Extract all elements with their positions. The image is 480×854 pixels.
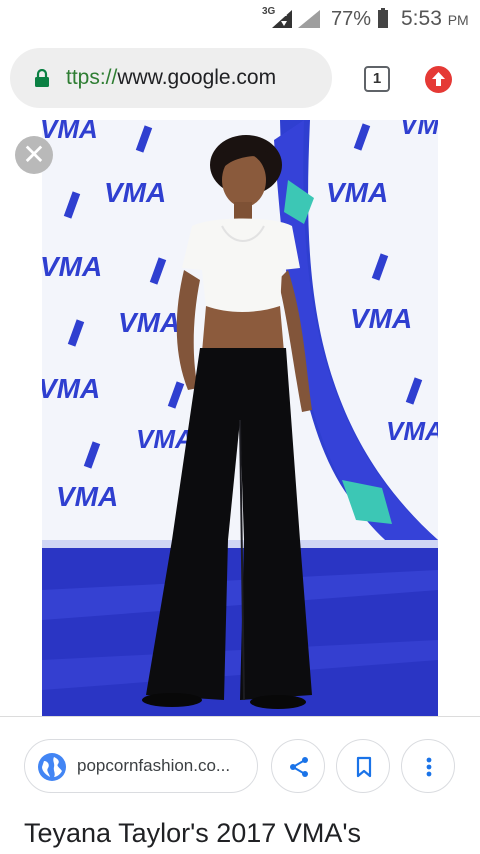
url-host: www.google.com xyxy=(117,66,277,89)
share-button[interactable] xyxy=(271,739,325,793)
bookmark-icon xyxy=(356,756,372,778)
image-title[interactable]: Teyana Taylor's 2017 VMA's xyxy=(24,818,361,849)
backdrop-logo: VMA xyxy=(56,481,118,512)
backdrop-logo: VMA xyxy=(42,120,98,144)
backdrop-logo: VMA xyxy=(104,177,166,208)
divider xyxy=(0,716,480,717)
battery-icon xyxy=(378,8,388,28)
more-options-button[interactable] xyxy=(401,739,455,793)
clock: 5:53 PM xyxy=(401,7,469,31)
arrow-up-icon xyxy=(432,72,445,86)
share-icon xyxy=(290,757,308,777)
status-bar: 3G 77% 5:53 PM xyxy=(0,0,480,38)
close-icon[interactable]: ✕ xyxy=(15,136,53,174)
address-bar[interactable]: ttps://www.google.com xyxy=(10,48,332,108)
clock-ampm: PM xyxy=(447,12,469,28)
source-label: popcornfashion.co... xyxy=(77,756,231,775)
backdrop-logo: VMA xyxy=(386,416,438,446)
backdrop-logo: VMA xyxy=(42,373,100,404)
clock-time: 5:53 xyxy=(401,7,442,30)
backdrop-logo: VMA xyxy=(350,303,412,334)
backdrop-logo: VMA xyxy=(42,251,102,282)
backdrop-logo: VMA xyxy=(118,307,180,338)
result-photo[interactable]: VMA VMA VMA VMA VMA VMA VMA VMA VMA VMA … xyxy=(42,120,438,716)
save-button[interactable] xyxy=(336,739,390,793)
backdrop-logo: VMA xyxy=(400,120,438,140)
url-scheme: ttps:// xyxy=(66,66,118,89)
battery-percent: 77% xyxy=(331,8,372,30)
update-button[interactable] xyxy=(425,66,452,93)
signal-icon xyxy=(272,10,292,28)
signal-empty-icon xyxy=(298,10,320,28)
image-viewer: VMA VMA VMA VMA VMA VMA VMA VMA VMA VMA … xyxy=(0,118,480,716)
source-link-chip[interactable]: popcornfashion.co... xyxy=(24,739,258,793)
backdrop-logo: VMA xyxy=(136,424,194,454)
globe-icon xyxy=(38,753,66,781)
lock-icon xyxy=(35,69,49,87)
tab-switcher-button[interactable]: 1 xyxy=(364,66,390,92)
browser-toolbar: ttps://www.google.com 1 xyxy=(0,38,480,118)
photo-illustration: VMA VMA VMA VMA VMA VMA VMA VMA VMA VMA … xyxy=(42,120,438,716)
backdrop-logo: VMA xyxy=(326,177,388,208)
url-text: ttps://www.google.com xyxy=(66,66,276,90)
more-vert-icon xyxy=(426,757,432,777)
